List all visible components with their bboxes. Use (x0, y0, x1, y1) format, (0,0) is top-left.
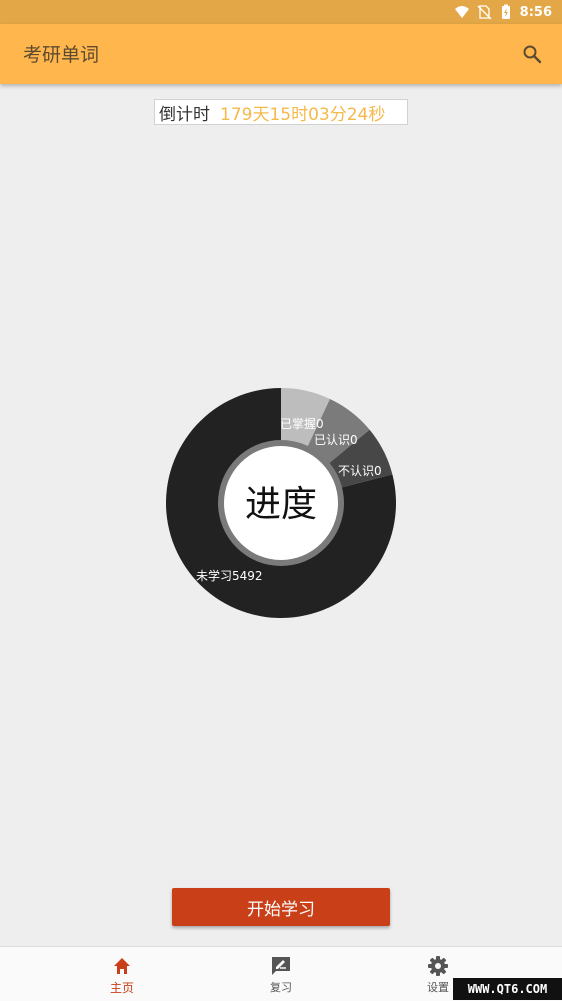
wifi-icon (454, 6, 469, 18)
nav-item-home[interactable]: 主页 (62, 947, 182, 1001)
pie-slice (281, 398, 370, 503)
search-button[interactable] (518, 40, 546, 68)
countdown-value: 179天15时03分24秒 (220, 104, 386, 125)
nav-label-home: 主页 (109, 981, 134, 995)
progress-chart: 已掌握0 已认识0 不认识0 未学习5492 进度 (165, 388, 396, 618)
chart-center-label: 进度 (245, 484, 317, 525)
slice-label: 已掌握0 (280, 416, 324, 431)
slice-label: 已认识0 (314, 433, 358, 447)
countdown-label: 倒计时 (159, 104, 210, 125)
page-title: 考研单词 (23, 44, 100, 66)
search-icon (523, 45, 542, 64)
slice-label: 不认识0 (338, 464, 382, 478)
pie-slice (281, 388, 330, 503)
nav-label-review: 复习 (270, 981, 292, 994)
nav-item-review[interactable]: 复习 (221, 947, 341, 1001)
watermark: WWW.QT6.COM (453, 978, 562, 1000)
center-hole (224, 446, 338, 560)
status-time: 8:56 (519, 4, 552, 20)
countdown-box: 倒计时 179天15时03分24秒 (154, 99, 408, 125)
center-ring (218, 440, 344, 566)
gear-icon (428, 956, 448, 976)
pie-slice (281, 429, 393, 503)
nav-label-settings: 设置 (427, 981, 449, 994)
pie-slice (165, 388, 396, 618)
home-icon (114, 958, 130, 974)
review-icon (272, 957, 290, 975)
start-learning-button[interactable]: 开始学习 (172, 888, 390, 926)
app-bar: 考研单词 (0, 24, 562, 84)
no-sim-icon (477, 5, 492, 20)
battery-icon (501, 4, 510, 19)
slice-label: 未学习5492 (196, 568, 263, 583)
status-bar: 8:56 (0, 0, 562, 24)
